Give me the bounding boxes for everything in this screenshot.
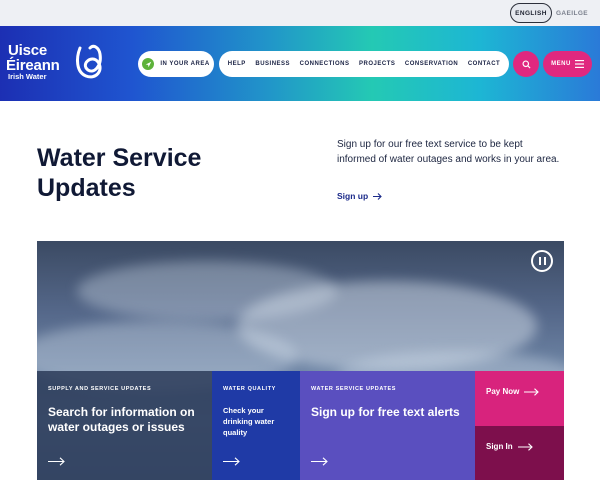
tile-heading: Sign up for free text alerts bbox=[311, 405, 460, 419]
hero-banner: SUPPLY AND SERVICE UPDATES Search for in… bbox=[37, 241, 564, 480]
tile-supply-updates[interactable]: SUPPLY AND SERVICE UPDATES Search for in… bbox=[37, 371, 212, 480]
brand-line-3: Irish Water bbox=[8, 72, 47, 81]
sign-in-label: Sign In bbox=[486, 442, 513, 451]
tile-caption: WATER QUALITY bbox=[223, 386, 276, 392]
main-nav: HELP BUSINESS CONNECTIONS PROJECTS CONSE… bbox=[219, 51, 509, 77]
language-bar: ENGLISH GAEILGE bbox=[0, 0, 600, 26]
in-your-area-label: IN YOUR AREA bbox=[160, 61, 210, 67]
tile-text-alerts[interactable]: WATER SERVICE UPDATES Sign up for free t… bbox=[300, 371, 475, 480]
nav-item-contact[interactable]: CONTACT bbox=[468, 61, 500, 67]
sign-in-button[interactable]: Sign In bbox=[475, 426, 564, 480]
pay-now-action: Pay Now bbox=[486, 387, 540, 396]
hamburger-icon bbox=[574, 60, 584, 68]
intro-description: Sign up for our free text service to be … bbox=[337, 139, 560, 165]
arrow-right-icon bbox=[311, 457, 328, 466]
sign-up-link[interactable]: Sign up bbox=[337, 191, 382, 201]
brand-logo[interactable]: Uisce Éireann Irish Water bbox=[6, 40, 106, 86]
arrow-right-icon bbox=[48, 457, 65, 466]
arrow-right-icon bbox=[223, 457, 240, 466]
nav-item-business[interactable]: BUSINESS bbox=[255, 61, 290, 67]
nav-item-connections[interactable]: CONNECTIONS bbox=[300, 61, 350, 67]
location-arrow-icon bbox=[142, 58, 155, 70]
search-button[interactable] bbox=[513, 51, 539, 77]
pause-button[interactable] bbox=[531, 250, 553, 272]
pay-now-label: Pay Now bbox=[486, 387, 520, 396]
nav-item-projects[interactable]: PROJECTS bbox=[359, 61, 395, 67]
tile-water-quality[interactable]: WATER QUALITY Check your drinking water … bbox=[212, 371, 300, 480]
site-header: Uisce Éireann Irish Water IN YOUR AREA H… bbox=[0, 26, 600, 101]
page-title-line-2: Updates bbox=[37, 174, 136, 202]
pay-now-button[interactable]: Pay Now bbox=[475, 371, 564, 426]
tile-caption: SUPPLY AND SERVICE UPDATES bbox=[48, 386, 152, 392]
menu-label: MENU bbox=[551, 61, 571, 67]
pause-icon bbox=[537, 257, 547, 265]
brand-swirl-icon bbox=[76, 44, 102, 79]
arrow-right-icon bbox=[517, 442, 533, 451]
page-title-line-1: Water Service bbox=[37, 144, 202, 172]
in-your-area-button[interactable]: IN YOUR AREA bbox=[138, 51, 214, 77]
tile-heading: Search for information on water outages … bbox=[48, 405, 195, 434]
tile-heading: Check your drinking water quality bbox=[223, 406, 275, 437]
arrow-right-icon bbox=[373, 192, 382, 200]
language-irish-button[interactable]: GAEILGE bbox=[554, 3, 590, 23]
nav-item-conservation[interactable]: CONSERVATION bbox=[405, 61, 458, 67]
tile-caption: WATER SERVICE UPDATES bbox=[311, 386, 397, 392]
arrow-right-icon bbox=[524, 387, 540, 396]
menu-button[interactable]: MENU bbox=[543, 51, 592, 77]
sign-in-action: Sign In bbox=[486, 442, 534, 451]
sign-up-link-label: Sign up bbox=[337, 191, 369, 201]
page-title: Water Service Updates bbox=[37, 143, 287, 203]
search-icon bbox=[521, 59, 531, 69]
nav-item-help[interactable]: HELP bbox=[228, 61, 246, 67]
language-english-button[interactable]: ENGLISH bbox=[510, 3, 552, 23]
